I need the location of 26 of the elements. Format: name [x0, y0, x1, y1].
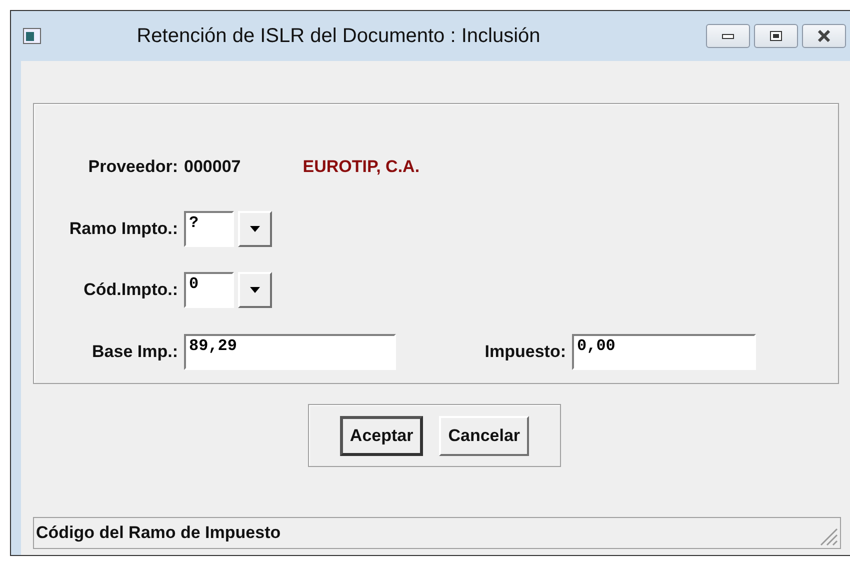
dropdown-button[interactable]: [238, 210, 272, 247]
caret-icon: [250, 226, 260, 232]
field-label: Cód.Impto.:: [82, 280, 178, 300]
field-label: Impuesto:: [484, 342, 566, 362]
window-title: Retención de ISLR del Documento : Inclusión: [136, 24, 542, 48]
maximize-icon: [770, 31, 782, 41]
maximize-button[interactable]: [754, 24, 798, 48]
minimize-icon: [722, 34, 734, 38]
cancel-button[interactable]: Cancelar: [439, 416, 530, 456]
input-field[interactable]: ?: [184, 210, 234, 247]
supplier-name: EUROTIP, C.A.: [302, 156, 420, 177]
status-text: Código del Ramo de Impuesto: [36, 523, 281, 543]
caret-icon: [250, 287, 260, 294]
field-label: Ramo Impto.:: [68, 218, 178, 239]
close-button[interactable]: [802, 24, 846, 48]
close-icon: [817, 30, 831, 42]
input-field[interactable]: 0: [184, 272, 234, 308]
field-label: Base Imp.:: [91, 342, 178, 362]
app-icon: [23, 28, 41, 44]
input-field[interactable]: 89,29: [184, 334, 396, 370]
input-field[interactable]: 0,00: [572, 334, 756, 370]
supplier-code: 000007: [184, 156, 241, 177]
dropdown-button[interactable]: [238, 272, 272, 308]
minimize-button[interactable]: [706, 24, 750, 48]
supplier-label: Proveedor:: [87, 156, 178, 177]
accept-button[interactable]: Aceptar: [340, 416, 424, 456]
